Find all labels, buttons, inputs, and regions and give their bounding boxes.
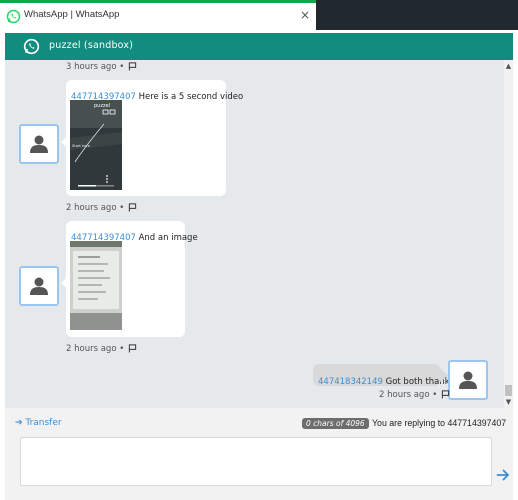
person-icon	[30, 277, 48, 295]
message-input[interactable]	[20, 437, 492, 486]
video-overlay-caption: Start here	[72, 144, 91, 148]
flag-icon[interactable]	[128, 203, 137, 212]
image-thumbnail[interactable]	[70, 241, 122, 330]
flag-icon[interactable]	[128, 62, 137, 71]
bubble-arrow	[440, 368, 448, 382]
message-meta: 2 hours ago •	[379, 390, 450, 400]
replying-to-text: You are replying to 447714397407	[372, 418, 507, 428]
timestamp: 2 hours ago •	[379, 390, 438, 400]
message-text: Here is a 5 second video	[135, 92, 244, 102]
browser-tab[interactable]: WhatsApp | WhatsApp ×	[0, 0, 316, 30]
composer: ➔ Transfer 0 chars of 4096 You are reply…	[5, 408, 513, 500]
scroll-thumb[interactable]	[505, 385, 512, 396]
whatsapp-icon	[23, 38, 40, 55]
video-overlay-brand: puzzel	[94, 103, 110, 109]
flag-icon[interactable]	[128, 344, 137, 353]
person-icon	[459, 371, 477, 389]
flag-icon[interactable]	[441, 390, 450, 399]
arrow-right-icon[interactable]	[496, 468, 510, 482]
whatsapp-icon	[6, 9, 21, 24]
message-bubble: 447714397407 Here is a 5 second video pu…	[66, 80, 243, 196]
message-text: And an image	[135, 233, 198, 243]
message-line: 447418342149 Got both thanks	[318, 368, 454, 388]
tab-close-button[interactable]: ×	[300, 8, 310, 22]
tab-title: WhatsApp | WhatsApp	[24, 9, 120, 20]
video-thumbnail[interactable]: puzzel Start here	[70, 100, 122, 190]
char-count-badge: 0 chars of 4096	[302, 418, 369, 429]
avatar	[19, 124, 59, 164]
conversation-title: puzzel (sandbox)	[49, 40, 134, 51]
sender-number[interactable]: 447418342149	[318, 377, 383, 387]
person-icon	[30, 135, 48, 153]
timestamp: 2 hours ago •	[66, 344, 125, 354]
message-meta: 2 hours ago •	[66, 344, 137, 354]
message-meta: 3 hours ago •	[66, 62, 137, 72]
message-bubble: 447714397407 And an image	[66, 221, 198, 337]
timestamp: 3 hours ago •	[66, 62, 125, 72]
scroll-up-arrow-icon[interactable]: ▲	[504, 62, 513, 70]
timestamp: 2 hours ago •	[66, 203, 125, 213]
avatar	[19, 266, 59, 306]
chat-area: 3 hours ago • 447714397407 Here is a 5 s…	[5, 60, 504, 408]
browser-tab-strip: WhatsApp | WhatsApp ×	[0, 0, 518, 30]
transfer-link[interactable]: ➔ Transfer	[15, 418, 62, 428]
app-header: puzzel (sandbox)	[5, 33, 513, 60]
message-meta: 2 hours ago •	[66, 203, 137, 213]
chat-scrollbar[interactable]: ▲ ▼	[504, 60, 513, 408]
scroll-down-arrow-icon[interactable]: ▼	[504, 398, 513, 406]
avatar	[448, 360, 488, 400]
message-bubble-outgoing: 447418342149 Got both thanks	[313, 364, 454, 388]
